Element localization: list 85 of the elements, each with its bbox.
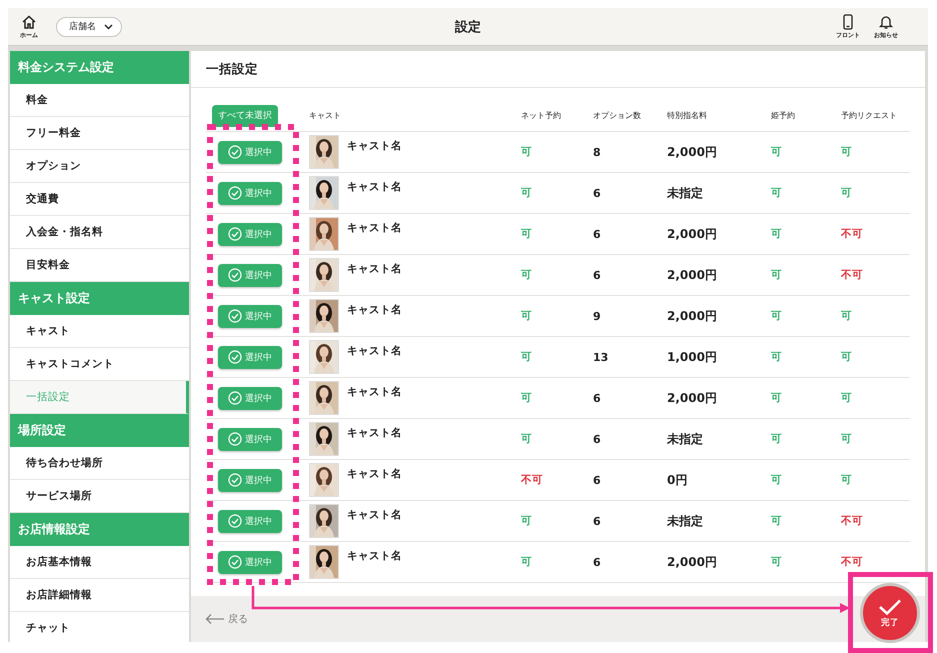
availability-text: 可 — [521, 514, 533, 528]
bell-icon — [878, 14, 894, 30]
sidebar-section-header: キャスト設定 — [10, 282, 189, 315]
availability-text: 可 — [771, 227, 783, 241]
availability-text: 可 — [771, 186, 783, 200]
option-count: 6 — [593, 392, 602, 404]
cast-name: キャスト名 — [347, 549, 402, 563]
availability-text: 可 — [521, 391, 533, 405]
column-header: オプション数 — [593, 110, 642, 121]
arrow-left-icon — [205, 613, 225, 625]
home-icon — [21, 14, 37, 30]
cast-name: キャスト名 — [347, 180, 402, 194]
availability-text: 可 — [771, 514, 783, 528]
special-fee: 2,000円 — [667, 266, 718, 284]
special-fee: 2,000円 — [667, 226, 718, 242]
cast-name: キャスト名 — [347, 426, 402, 440]
availability-text: 可 — [771, 268, 783, 282]
availability-text: 不可 — [521, 473, 544, 487]
option-count: 13 — [593, 350, 610, 364]
option-count: 9 — [593, 310, 602, 322]
option-count: 6 — [593, 514, 602, 528]
availability-text: 可 — [841, 350, 853, 364]
availability-text: 可 — [521, 186, 533, 200]
availability-text: 可 — [841, 473, 853, 487]
availability-text: 可 — [841, 391, 853, 405]
column-header: キャスト — [309, 110, 342, 121]
sidebar-section-header: 場所設定 — [10, 414, 189, 447]
availability-text: 可 — [521, 145, 533, 159]
availability-text: 可 — [771, 350, 783, 364]
sidebar-section-header: お店情報設定 — [10, 513, 189, 546]
special-fee: 未指定 — [667, 184, 704, 202]
section-title: 一括設定 — [206, 61, 258, 76]
chevron-down-icon — [104, 24, 113, 30]
cast-name: キャスト名 — [347, 262, 402, 276]
special-fee: 未指定 — [667, 430, 704, 448]
special-fee: 2,000円 — [667, 390, 718, 406]
availability-text: 可 — [841, 432, 853, 446]
page-title: 設定 — [455, 20, 481, 34]
availability-text: 可 — [521, 432, 533, 446]
availability-text: 可 — [771, 555, 783, 569]
availability-text: 可 — [841, 309, 853, 323]
special-fee: 1,000円 — [667, 348, 718, 366]
check-icon — [877, 598, 903, 616]
cast-name: キャスト名 — [347, 467, 402, 481]
availability-text: 可 — [771, 473, 783, 487]
sidebar-section-header: 料金システム設定 — [10, 51, 189, 84]
option-count: 6 — [593, 556, 602, 568]
availability-text: 可 — [521, 555, 533, 569]
cast-name: キャスト名 — [347, 344, 402, 358]
column-header: 予約リクエスト — [841, 110, 898, 121]
special-fee: 未指定 — [667, 512, 704, 530]
option-count: 6 — [593, 228, 602, 240]
availability-text: 可 — [771, 145, 783, 159]
special-fee: 2,000円 — [667, 554, 718, 570]
column-header: 特別指名料 — [667, 110, 708, 121]
availability-text: 可 — [521, 268, 533, 282]
option-count: 6 — [593, 268, 602, 282]
option-count: 6 — [593, 432, 602, 446]
availability-text: 不可 — [841, 227, 864, 241]
option-count: 6 — [593, 474, 602, 486]
availability-text: 不可 — [841, 555, 864, 569]
availability-text: 可 — [841, 186, 853, 200]
store-select[interactable]: 店舗名 — [56, 16, 122, 36]
special-fee: 0円 — [667, 472, 688, 488]
availability-text: 可 — [521, 350, 533, 364]
availability-text: 可 — [771, 391, 783, 405]
cast-name: キャスト名 — [347, 303, 402, 317]
availability-text: 可 — [521, 227, 533, 241]
cast-name: キャスト名 — [347, 385, 402, 399]
option-count: 8 — [593, 146, 602, 158]
availability-text: 可 — [521, 309, 533, 323]
special-fee: 2,000円 — [667, 308, 718, 324]
availability-text: 可 — [841, 145, 853, 159]
option-count: 6 — [593, 186, 602, 200]
special-fee: 2,000円 — [667, 144, 718, 160]
back-link[interactable]: 戻る — [205, 612, 248, 626]
cast-name: キャスト名 — [347, 139, 402, 153]
availability-text: 可 — [771, 432, 783, 446]
cast-name: キャスト名 — [347, 221, 402, 235]
availability-text: 可 — [771, 309, 783, 323]
column-header: ネット予約 — [521, 110, 562, 121]
availability-text: 不可 — [841, 268, 864, 282]
column-header: 姫予約 — [771, 110, 796, 121]
availability-text: 不可 — [841, 514, 864, 528]
cast-name: キャスト名 — [347, 508, 402, 522]
